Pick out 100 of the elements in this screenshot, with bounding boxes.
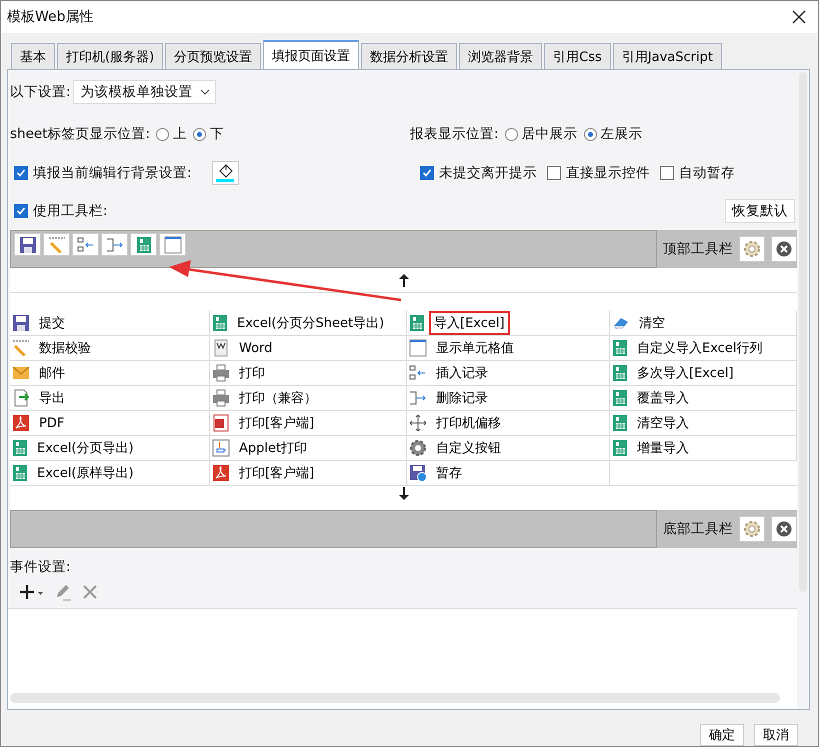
- toolbar-item[interactable]: 插入记录: [407, 361, 610, 386]
- radio-button[interactable]: [584, 128, 597, 140]
- toolbar-button[interactable]: [130, 233, 157, 256]
- tab[interactable]: 数据分析设置: [361, 43, 458, 69]
- dialog-button[interactable]: 确定: [700, 724, 744, 746]
- pdf-icon: [212, 464, 230, 482]
- tab[interactable]: 浏览器背景: [459, 43, 542, 69]
- insert-row-icon: [409, 364, 427, 382]
- settings-dropdown[interactable]: 为该模板单独设置: [72, 80, 216, 104]
- spreadsheet-icon: [612, 339, 628, 357]
- checkbox[interactable]: [547, 166, 561, 180]
- checkbox-label: 直接显示控件: [566, 164, 650, 182]
- close-icon: [776, 521, 792, 537]
- coffee-cup-icon: [212, 439, 230, 457]
- move-icon: [409, 414, 427, 432]
- delete-row-icon: [409, 389, 427, 407]
- toolbar-button[interactable]: [159, 233, 186, 256]
- remove-button[interactable]: [771, 236, 797, 262]
- tab[interactable]: 分页预览设置: [165, 43, 262, 69]
- close-icon: [776, 241, 792, 257]
- chevron-down-icon: [198, 88, 211, 96]
- toolbar-item[interactable]: 打印机偏移: [407, 411, 610, 436]
- toolbar-button[interactable]: [14, 233, 41, 256]
- radio-button[interactable]: [504, 128, 518, 140]
- toolbar-label: 底部工具栏: [663, 520, 733, 538]
- dialog-button[interactable]: 取消: [754, 724, 798, 746]
- toolbar-item[interactable]: 自定义导入Excel行列: [610, 336, 797, 361]
- toolbar-label: 顶部工具栏: [663, 240, 733, 258]
- toolbar-button[interactable]: [101, 233, 128, 256]
- toolbar-item[interactable]: 提交: [10, 311, 210, 336]
- fill-color-button[interactable]: [212, 161, 239, 185]
- spreadsheet-icon: [612, 389, 628, 407]
- printer-icon: [212, 364, 230, 382]
- toolbar-item[interactable]: 数据校验: [10, 336, 210, 361]
- edit-icon[interactable]: [54, 583, 72, 601]
- tab[interactable]: 基本: [11, 43, 55, 69]
- toolbar-item[interactable]: 增量导入: [610, 436, 797, 461]
- toolbar-item[interactable]: 邮件: [10, 361, 210, 386]
- toolbar-item[interactable]: 打印[客户端]: [210, 461, 407, 486]
- checkbox-label: 使用工具栏:: [33, 202, 108, 220]
- toolbar-item[interactable]: 打印: [210, 361, 407, 386]
- tab[interactable]: 引用Css: [544, 43, 611, 69]
- events-label: 事件设置:: [9, 558, 72, 576]
- toolbar-item[interactable]: 打印[客户端]: [210, 411, 407, 436]
- spreadsheet-icon: [136, 236, 152, 254]
- radio-label: 下: [210, 125, 224, 143]
- checkbox[interactable]: [420, 166, 434, 180]
- checkbox[interactable]: [14, 166, 28, 180]
- settings-icon: [743, 240, 761, 258]
- toolbar-item[interactable]: Excel(原样导出): [10, 461, 210, 486]
- toolbar-item[interactable]: Excel(分页分Sheet导出): [210, 311, 407, 336]
- restore-default-button[interactable]: 恢复默认: [725, 199, 795, 223]
- pdf-icon: [12, 414, 30, 432]
- export-icon: [12, 389, 30, 407]
- radio-button[interactable]: [193, 128, 206, 140]
- tab[interactable]: 填报页面设置: [263, 40, 360, 69]
- radio-label: 上: [173, 125, 188, 143]
- document-icon: [212, 414, 230, 432]
- spreadsheet-icon: [612, 414, 628, 432]
- toolbar-button[interactable]: [72, 233, 99, 256]
- spreadsheet-icon: [612, 364, 628, 382]
- spreadsheet-icon: [409, 314, 425, 332]
- insert-row-icon: [76, 236, 94, 254]
- toolbar-item[interactable]: 清空: [610, 311, 797, 336]
- toolbar-item[interactable]: Applet打印: [210, 436, 407, 461]
- blank-icon: [409, 339, 427, 357]
- toolbar-item[interactable]: 暂存: [407, 461, 610, 486]
- up-arrow-icon[interactable]: [398, 272, 410, 288]
- radio-label: 居中展示: [522, 125, 578, 143]
- settings-icon: [743, 520, 761, 538]
- spreadsheet-icon: [212, 314, 228, 332]
- spreadsheet-icon: [12, 464, 28, 482]
- toolbar-item[interactable]: 显示单元格值: [407, 336, 610, 361]
- settings-button[interactable]: [739, 236, 765, 262]
- toolbar-item[interactable]: 覆盖导入: [610, 386, 797, 411]
- tab[interactable]: 打印机(服务器): [57, 43, 164, 69]
- spreadsheet-icon: [12, 439, 28, 457]
- printer-icon: [212, 389, 230, 407]
- toolbar-item[interactable]: PDF: [10, 411, 210, 436]
- toolbar-item[interactable]: 打印（兼容）: [210, 386, 407, 411]
- toolbar-item[interactable]: 清空导入: [610, 411, 797, 436]
- delete-icon[interactable]: [82, 584, 98, 600]
- toolbar-item[interactable]: 自定义按钮: [407, 436, 610, 461]
- add-icon[interactable]: [18, 583, 44, 601]
- toolbar-item[interactable]: 导入[Excel]: [407, 311, 610, 336]
- toolbar-item[interactable]: 多次导入[Excel]: [610, 361, 797, 386]
- checkbox[interactable]: [660, 166, 674, 180]
- toolbar-item[interactable]: 导出: [10, 386, 210, 411]
- down-arrow-icon[interactable]: [398, 486, 410, 501]
- toolbar-item[interactable]: Excel(分页导出): [10, 436, 210, 461]
- pencil-icon: [12, 339, 30, 357]
- toolbar-item[interactable]: 删除记录: [407, 386, 610, 411]
- remove-button[interactable]: [771, 516, 797, 542]
- settings-button[interactable]: [739, 516, 765, 542]
- sheet-position-label: sheet标签页显示位置:: [10, 125, 150, 143]
- scrollbar[interactable]: [10, 693, 780, 703]
- tab[interactable]: 引用JavaScript: [612, 43, 722, 69]
- toolbar-item[interactable]: Word: [210, 336, 407, 361]
- radio-button[interactable]: [156, 128, 170, 140]
- checkbox[interactable]: [14, 204, 28, 218]
